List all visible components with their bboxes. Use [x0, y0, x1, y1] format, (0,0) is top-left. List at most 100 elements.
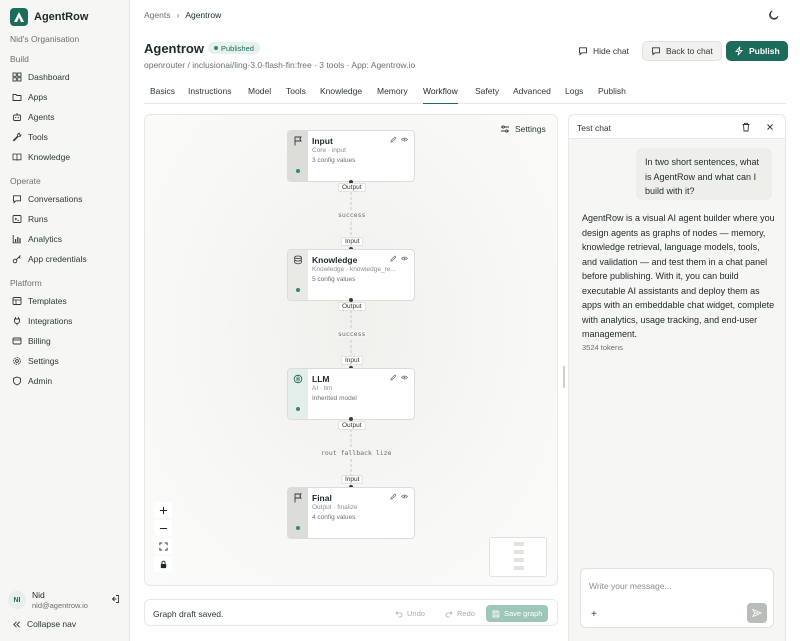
node-type: Knowledge · knowledge_re...: [312, 266, 396, 273]
lock-icon: [160, 560, 166, 568]
tab-logs[interactable]: Logs: [565, 86, 583, 104]
sidebar-item-tools[interactable]: Tools: [8, 128, 124, 146]
brain-icon: [293, 374, 303, 384]
tab-knowledge[interactable]: Knowledge: [320, 86, 362, 104]
sidebar-item-label: Settings: [28, 356, 59, 366]
sidebar-item-knowledge[interactable]: Knowledge: [8, 148, 124, 166]
sidebar-item-billing[interactable]: Billing: [8, 332, 124, 350]
tab-safety[interactable]: Safety: [475, 86, 499, 104]
eye-icon[interactable]: [401, 493, 408, 500]
canvas-settings-button[interactable]: Settings: [500, 121, 546, 137]
tab-basics[interactable]: Basics: [150, 86, 175, 104]
wrench-icon: [12, 132, 22, 142]
node-status-dot: [296, 407, 300, 411]
sidebar-item-runs[interactable]: Runs: [8, 210, 124, 228]
tab-advanced[interactable]: Advanced: [513, 86, 551, 104]
fit-view-button[interactable]: [154, 538, 172, 554]
sidebar-item-label: Admin: [28, 376, 53, 386]
breadcrumb-chevron-icon: ›: [176, 10, 180, 20]
sidebar-item-label: Integrations: [28, 316, 73, 326]
sidebar-item-app-credentials[interactable]: App credentials: [8, 250, 124, 268]
tab-instructions[interactable]: Instructions: [188, 86, 231, 104]
sidebar-item-dashboard[interactable]: Dashboard: [8, 68, 124, 86]
zoom-controls: [154, 502, 172, 572]
section-operate: Operate: [10, 176, 41, 186]
canvas-statusbar: Graph draft saved. Undo Redo Save graph: [144, 599, 558, 626]
tab-tools[interactable]: Tools: [286, 86, 306, 104]
sidebar-item-settings[interactable]: Settings: [8, 352, 124, 370]
tab-workflow[interactable]: Workflow: [423, 86, 458, 104]
close-icon[interactable]: [765, 122, 775, 132]
draft-status: Graph draft saved.: [153, 609, 224, 619]
hide-chat-label: Hide chat: [593, 46, 629, 56]
eye-icon[interactable]: [401, 374, 408, 381]
publish-button[interactable]: Publish: [726, 41, 788, 61]
node-title: Knowledge: [312, 255, 358, 265]
panel-resize-handle[interactable]: [563, 366, 565, 388]
sidebar-item-label: Conversations: [28, 194, 83, 204]
node-status-dot: [296, 169, 300, 173]
redo-button[interactable]: Redo: [439, 605, 481, 622]
agent-subtitle: openrouter / inclusionai/ling-3.0-flash-…: [144, 60, 416, 70]
collapse-nav-label: Collapse nav: [27, 619, 77, 629]
gear-icon: [13, 357, 21, 365]
chat-icon: [13, 195, 21, 204]
trash-icon[interactable]: [741, 122, 751, 132]
workflow-node-final[interactable]: Final Output · finalize 4 config values: [287, 487, 415, 539]
workflow-node-knowledge[interactable]: Knowledge Knowledge · knowledge_re... 5 …: [287, 249, 415, 301]
pencil-icon[interactable]: [390, 136, 397, 143]
sidebar-item-agents[interactable]: Agents: [8, 108, 124, 126]
eye-icon[interactable]: [401, 255, 408, 262]
flag-icon: [294, 136, 302, 146]
pencil-icon[interactable]: [390, 255, 397, 262]
pencil-icon[interactable]: [390, 493, 397, 500]
sidebar-item-admin[interactable]: Admin: [8, 372, 124, 390]
eye-icon[interactable]: [401, 136, 408, 143]
hide-chat-button[interactable]: Hide chat: [570, 41, 637, 61]
fit-view-icon: [158, 541, 168, 551]
sidebar-item-conversations[interactable]: Conversations: [8, 190, 124, 208]
node-title: Input: [312, 136, 333, 146]
sidebar-item-analytics[interactable]: Analytics: [8, 230, 124, 248]
brand[interactable]: AgentRow: [10, 8, 88, 26]
breadcrumb-parent[interactable]: Agents: [144, 10, 170, 20]
chat-title: Test chat: [577, 123, 612, 133]
sidebar-item-templates[interactable]: Templates: [8, 292, 124, 310]
send-button[interactable]: [747, 603, 767, 623]
workflow-node-llm[interactable]: LLM AI · llm Inherited model: [287, 368, 415, 420]
moon-icon[interactable]: [768, 9, 780, 21]
tab-publish[interactable]: Publish: [598, 86, 626, 104]
zoom-out-button[interactable]: [154, 520, 172, 536]
attach-plus-icon[interactable]: +: [591, 609, 597, 620]
message-input[interactable]: [589, 581, 765, 591]
undo-button[interactable]: Undo: [389, 605, 431, 622]
chart-icon: [12, 235, 21, 244]
sidebar-item-apps[interactable]: Apps: [8, 88, 124, 106]
tab-model[interactable]: Model: [248, 86, 271, 104]
save-graph-button[interactable]: Save graph: [486, 605, 549, 622]
zoom-in-button[interactable]: [154, 502, 172, 518]
node-title: Final: [312, 493, 332, 503]
input-port-label: Input: [341, 237, 364, 246]
status-badge: Published: [208, 42, 260, 54]
sidebar-item-label: Agents: [28, 112, 55, 122]
canvas-minimap[interactable]: [489, 537, 547, 577]
tab-memory[interactable]: Memory: [377, 86, 408, 104]
node-config: 4 config values: [312, 514, 356, 521]
back-to-chat-button[interactable]: Back to chat: [642, 41, 722, 61]
shield-icon: [13, 376, 21, 386]
node-type: Output · finalize: [312, 504, 358, 511]
flag-icon: [294, 493, 302, 503]
lock-canvas-button[interactable]: [154, 556, 172, 572]
undo-label: Undo: [407, 609, 425, 618]
workflow-node-input[interactable]: Input Core · input 3 config values: [287, 130, 415, 182]
logout-icon[interactable]: [110, 594, 120, 604]
pencil-icon[interactable]: [390, 374, 397, 381]
minus-icon: [159, 527, 167, 529]
node-status-dot: [296, 288, 300, 292]
collapse-nav-button[interactable]: Collapse nav: [12, 619, 76, 629]
sidebar-item-integrations[interactable]: Integrations: [8, 312, 124, 330]
user-profile[interactable]: NI Nid nid@agentrow.io: [8, 588, 124, 612]
user-email: nid@agentrow.io: [32, 601, 88, 610]
sidebar-item-label: Analytics: [28, 234, 63, 244]
